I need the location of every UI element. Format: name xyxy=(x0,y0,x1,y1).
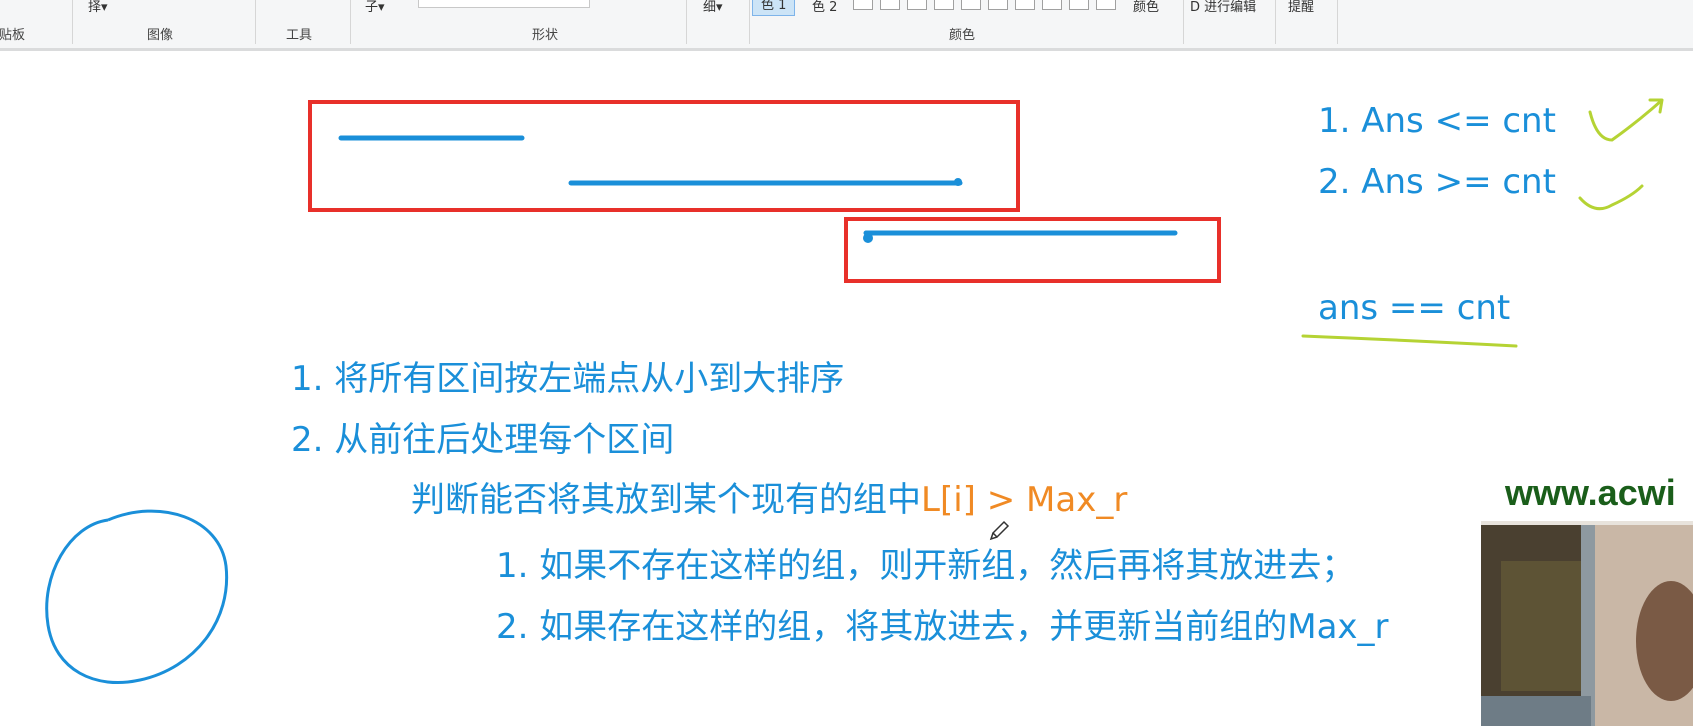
algorithm-step-2: 2. 从前往后处理每个区间 xyxy=(291,420,675,460)
group-divider xyxy=(1183,0,1184,44)
group-label-tools: 工具 xyxy=(286,28,313,43)
check-mark-icon xyxy=(1578,184,1644,211)
shapes-gallery[interactable] xyxy=(418,0,590,8)
group-label-clipboard: 剪贴板 xyxy=(0,28,26,43)
algorithm-step-1: 1. 将所有区间按左端点从小到大排序 xyxy=(291,359,845,399)
outline-dropdown[interactable]: 子▾ xyxy=(365,0,385,15)
group-label-colors: 颜色 xyxy=(949,28,976,43)
group-label-image: 图像 xyxy=(147,28,174,43)
pencil-cursor-icon xyxy=(989,520,1010,541)
group-divider xyxy=(350,0,351,44)
check-mark-icon xyxy=(1588,98,1664,142)
webcam-feed xyxy=(1481,521,1693,726)
color-swatch[interactable] xyxy=(1069,0,1089,10)
group-divider xyxy=(255,0,256,44)
condition-line-1: 1. Ans <= cnt xyxy=(1318,101,1556,141)
color-swatch[interactable] xyxy=(880,0,900,10)
color1-button[interactable]: 色 1 xyxy=(752,0,796,16)
condition-line-2: 2. Ans >= cnt xyxy=(1318,162,1556,202)
color-swatch[interactable] xyxy=(934,0,954,10)
underline-stroke xyxy=(1301,334,1518,348)
webcam-overlay xyxy=(1481,521,1693,726)
ribbon-toolbar: 择▾ 子▾ 细▾ 色 1 色 2 颜色 D 进行编辑 提醒 剪贴板 图像 工具 … xyxy=(0,0,1693,51)
drawing-canvas[interactable]: 1. Ans <= cnt 2. Ans >= cnt ans == cnt 1… xyxy=(0,51,1693,726)
select-dropdown[interactable]: 择▾ xyxy=(88,0,108,15)
group-divider xyxy=(72,0,73,44)
color-swatch[interactable] xyxy=(988,0,1008,10)
color2-button[interactable]: 色 2 xyxy=(812,0,837,15)
color-swatch[interactable] xyxy=(961,0,981,10)
color-swatch[interactable] xyxy=(1042,0,1062,10)
paint3d-button[interactable]: D 进行编辑 xyxy=(1190,0,1256,15)
judge-text: 判断能否将其放到某个现有的组中 xyxy=(411,480,921,520)
judge-condition: L[i] > Max_r xyxy=(921,480,1128,520)
group-divider xyxy=(1337,0,1338,44)
alert-button[interactable]: 提醒 xyxy=(1288,0,1314,15)
hand-drawn-circle xyxy=(45,509,229,685)
case-line-2: 2. 如果存在这样的组，将其放进去，并更新当前组的Max_r xyxy=(496,607,1389,647)
red-box-upper xyxy=(308,100,1020,212)
condition-result: ans == cnt xyxy=(1318,288,1511,328)
group-divider xyxy=(1275,0,1276,44)
color-swatch[interactable] xyxy=(853,0,873,10)
case-line-1: 1. 如果不存在这样的组，则开新组，然后再将其放进去； xyxy=(496,546,1356,586)
color-swatch[interactable] xyxy=(1015,0,1035,10)
red-box-lower xyxy=(844,217,1221,283)
group-divider xyxy=(749,0,750,44)
edit-colors-button[interactable]: 颜色 xyxy=(1133,0,1159,15)
color-swatch[interactable] xyxy=(907,0,927,10)
group-divider xyxy=(686,0,687,44)
group-label-shapes: 形状 xyxy=(532,28,559,43)
site-watermark: www.acwi xyxy=(1505,472,1676,513)
color-swatch[interactable] xyxy=(1096,0,1116,10)
interval-endpoint xyxy=(863,233,873,243)
interval-endpoint xyxy=(954,178,962,186)
judge-line: 判断能否将其放到某个现有的组中L[i] > Max_r xyxy=(411,472,1127,521)
size-dropdown[interactable]: 细▾ xyxy=(703,0,723,15)
